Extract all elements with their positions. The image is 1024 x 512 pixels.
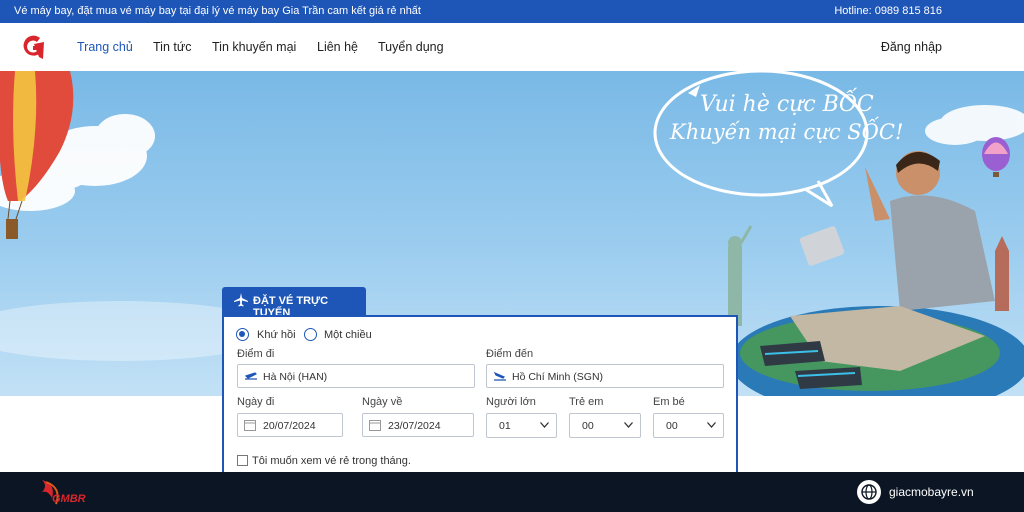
landing-icon: [493, 371, 506, 381]
depart-date-field[interactable]: 20/07/2024: [237, 413, 343, 437]
small-balloon-icon: [982, 137, 1010, 177]
plane-icon: [234, 293, 248, 307]
from-field[interactable]: Hà Nội (HAN): [237, 364, 475, 388]
booking-tab[interactable]: ĐẶT VÉ TRỰC TUYẾN: [222, 287, 366, 319]
depart-label: Ngày đi: [237, 396, 275, 408]
main-nav: Trang chủ Tin tức Tin khuyến mại Liên hệ…: [0, 23, 1024, 71]
round-trip-label[interactable]: Khứ hồi: [257, 329, 296, 341]
one-way-label[interactable]: Một chiều: [324, 329, 372, 341]
site-url[interactable]: giacmobayre.vn: [889, 485, 974, 499]
footer-bar: GMBR giacmobayre.vn: [0, 472, 1024, 512]
calendar-icon: [369, 420, 381, 431]
depart-date-value: 20/07/2024: [263, 420, 316, 432]
child-label: Trẻ em: [569, 396, 604, 408]
booking-form: Khứ hồi Một chiều Điểm đi Điểm đến Hà Nộ…: [222, 315, 738, 475]
from-label: Điểm đi: [237, 348, 275, 360]
chevron-down-icon: [624, 422, 633, 428]
promo-line-2: Khuyến mại cực SỐC!: [669, 117, 903, 144]
cheap-month-checkbox[interactable]: [237, 455, 248, 466]
adult-label: Người lớn: [486, 396, 536, 408]
one-way-radio[interactable]: [304, 328, 317, 341]
return-date-value: 23/07/2024: [388, 420, 441, 432]
brand-logo-icon[interactable]: [20, 33, 46, 61]
hotline[interactable]: Hotline: 0989 815 816: [834, 5, 942, 17]
to-value: Hồ Chí Minh (SGN): [512, 371, 604, 383]
infant-select[interactable]: 00: [653, 413, 724, 438]
return-date-field[interactable]: 23/07/2024: [362, 413, 474, 437]
calendar-icon: [244, 420, 256, 431]
gmbr-logo-icon[interactable]: GMBR: [38, 478, 102, 508]
child-value: 00: [582, 420, 594, 432]
globe-icon: [857, 480, 881, 504]
promo-line-1: Vui hè cực BỐC: [700, 87, 874, 117]
return-label: Ngày về: [362, 396, 403, 408]
nav-item-home[interactable]: Trang chủ: [77, 40, 133, 54]
adult-select[interactable]: 01: [486, 413, 557, 438]
login-link[interactable]: Đăng nhập: [881, 40, 942, 54]
chevron-down-icon: [540, 422, 549, 428]
adult-value: 01: [499, 420, 511, 432]
from-value: Hà Nội (HAN): [263, 371, 328, 383]
round-trip-radio[interactable]: [236, 328, 249, 341]
chevron-down-icon: [707, 422, 716, 428]
nav-item-news[interactable]: Tin tức: [153, 40, 191, 54]
cloud-right: [925, 105, 1024, 145]
tagline: Vé máy bay, đặt mua vé máy bay tại đại l…: [14, 5, 421, 17]
nav-item-promotions[interactable]: Tin khuyến mại: [212, 40, 296, 54]
takeoff-icon: [244, 372, 258, 380]
cheap-month-label[interactable]: Tôi muốn xem vé rẻ trong tháng.: [252, 455, 411, 467]
nav-item-careers[interactable]: Tuyển dụng: [378, 40, 444, 54]
top-bar: Vé máy bay, đặt mua vé máy bay tại đại l…: [0, 0, 1024, 23]
child-select[interactable]: 00: [569, 413, 641, 438]
infant-label: Em bé: [653, 396, 685, 408]
nav-item-contact[interactable]: Liên hệ: [317, 40, 358, 54]
to-label: Điểm đến: [486, 348, 534, 360]
to-field[interactable]: Hồ Chí Minh (SGN): [486, 364, 724, 388]
gmbr-logo-text: GMBR: [52, 493, 86, 505]
infant-value: 00: [666, 420, 678, 432]
